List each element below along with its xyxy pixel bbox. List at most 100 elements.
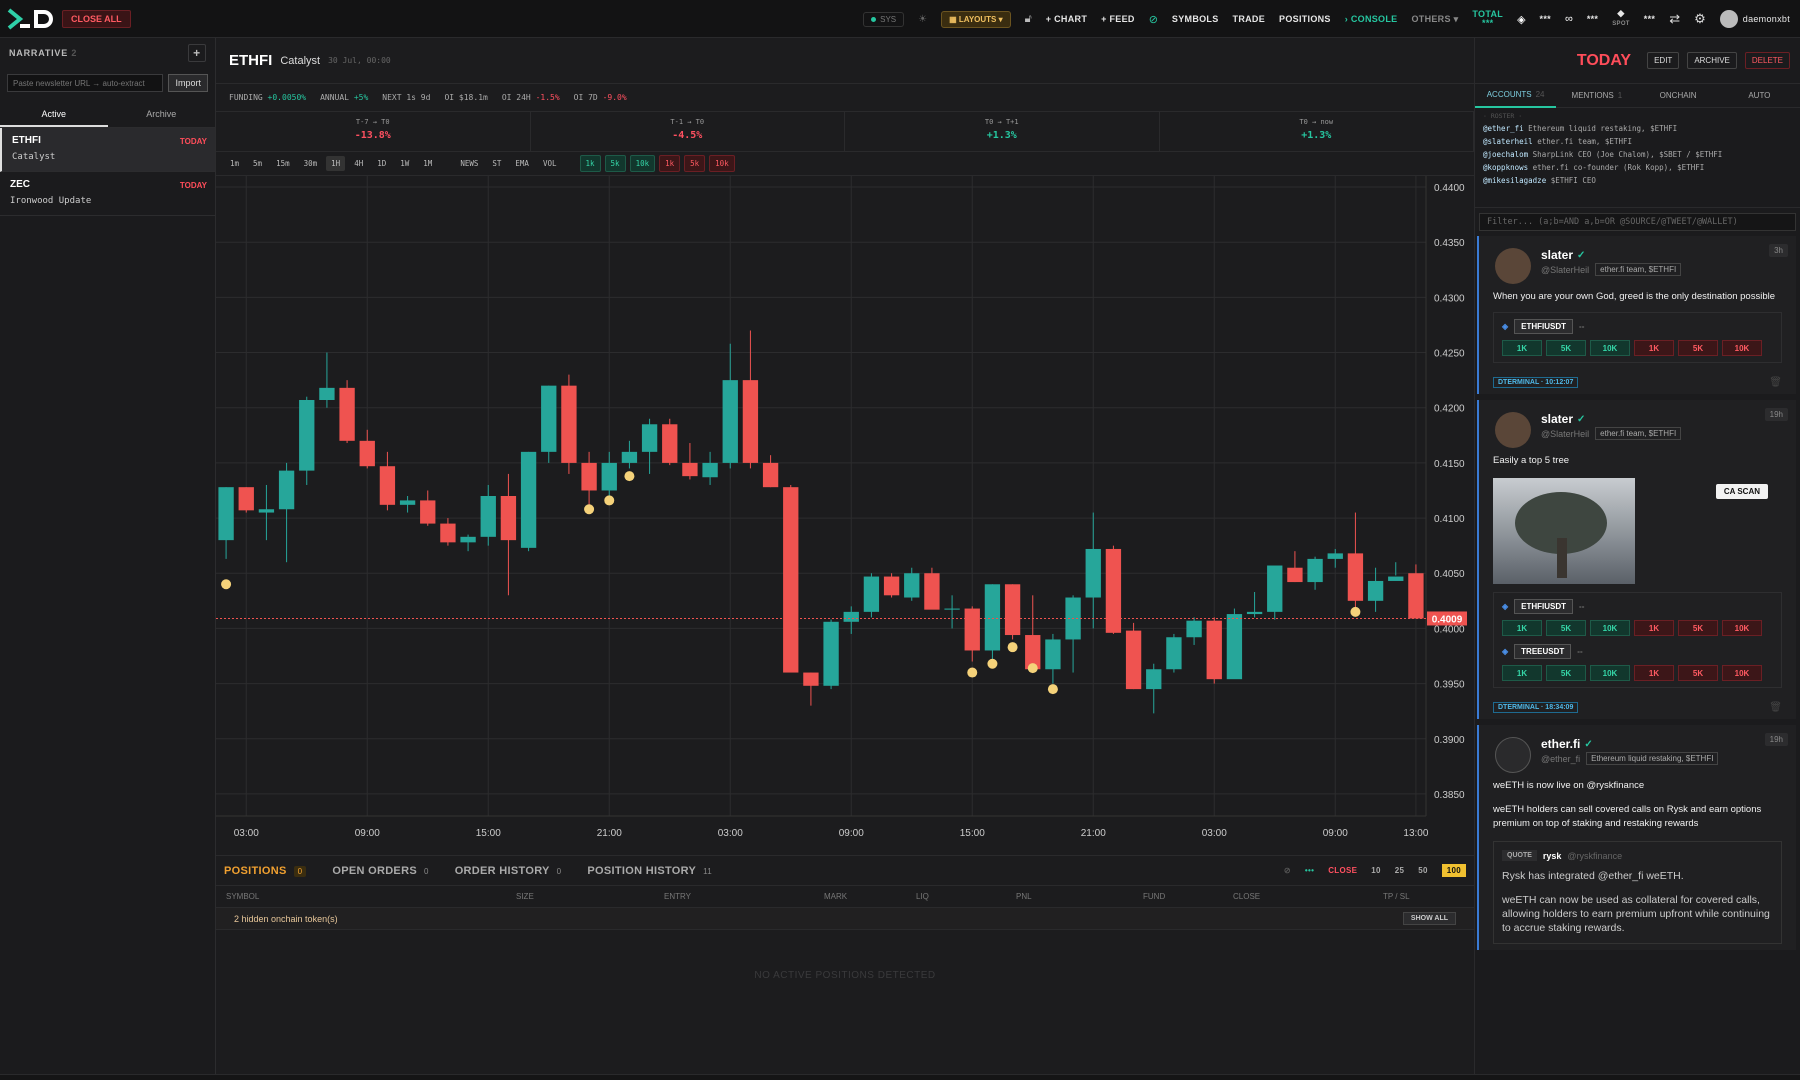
roster-entry[interactable]: @joechalom SharpLink CEO (Joe Chalom), $… xyxy=(1483,150,1792,159)
archive-button[interactable]: ARCHIVE xyxy=(1687,52,1737,69)
token-symbol[interactable]: TREEUSDT xyxy=(1514,644,1572,659)
trash-icon[interactable]: 🗑︎ xyxy=(1769,377,1782,388)
roster-entry[interactable]: @koppknows ether.fi co-founder (Rok Kopp… xyxy=(1483,163,1792,172)
spot-balance[interactable]: ◆ SPOT xyxy=(1612,9,1630,29)
swap-icon[interactable]: ⇄ xyxy=(1669,11,1680,27)
buy-amount-button[interactable]: 5K xyxy=(1546,665,1586,681)
exchange-icon[interactable]: ◈ xyxy=(1517,13,1525,26)
sell-amount-button[interactable]: 1K xyxy=(1634,340,1674,356)
delete-button[interactable]: DELETE xyxy=(1744,52,1790,69)
timeframe-button[interactable]: 4H xyxy=(349,156,368,171)
close-pct-button[interactable]: 10 xyxy=(1371,866,1381,875)
sell-amount-button[interactable]: 10K xyxy=(1722,620,1762,636)
timeframe-button[interactable]: 1H xyxy=(326,156,346,171)
buy-size-chip[interactable]: 10k xyxy=(629,155,656,172)
buy-amount-button[interactable]: 1K xyxy=(1502,665,1542,681)
add-chart-button[interactable]: + CHART xyxy=(1046,14,1087,24)
add-narrative-button[interactable]: + xyxy=(188,44,206,62)
indicator-toggle[interactable]: ST xyxy=(487,156,506,171)
roster-entry[interactable]: @ether_fi Ethereum liquid restaking, $ET… xyxy=(1483,124,1792,133)
timeframe-button[interactable]: 5m xyxy=(248,156,267,171)
feed-tab[interactable]: ONCHAIN xyxy=(1638,85,1719,107)
tab-order-history[interactable]: ORDER HISTORY 0 xyxy=(455,865,562,877)
buy-size-chip[interactable]: 1k xyxy=(579,155,601,172)
sell-size-chip[interactable]: 1k xyxy=(659,155,681,172)
tab-position-history[interactable]: POSITION HISTORY 11 xyxy=(587,865,712,877)
buy-amount-button[interactable]: 5K xyxy=(1546,340,1586,356)
gear-icon[interactable]: ⚙ xyxy=(1694,11,1706,27)
feed-card[interactable]: slater ✓ @SlaterHeil ether.fi team, $ETHFI 1… xyxy=(1477,400,1796,719)
sell-size-chip[interactable]: 10k xyxy=(709,155,735,172)
narrative-item-ethfi[interactable]: ETHFI Catalyst TODAY xyxy=(0,128,215,172)
indicator-toggle[interactable]: VOL xyxy=(538,156,562,171)
tree-image[interactable] xyxy=(1493,478,1635,584)
narrative-item-zec[interactable]: ZEC Ironwood Update TODAY xyxy=(0,172,215,216)
close-pct-button[interactable]: 25 xyxy=(1395,866,1405,875)
total-balance[interactable]: TOTAL *** xyxy=(1472,10,1503,28)
timeframe-button[interactable]: 15m xyxy=(271,156,295,171)
ca-scan-button[interactable]: CA SCAN xyxy=(1715,484,1768,499)
sell-amount-button[interactable]: 10K xyxy=(1722,340,1762,356)
timeframe-button[interactable]: 1M xyxy=(418,156,437,171)
buy-amount-button[interactable]: 10K xyxy=(1590,620,1630,636)
timeframe-button[interactable]: 1D xyxy=(372,156,391,171)
roster-entry[interactable]: @slaterheil ether.fi team, $ETHFI xyxy=(1483,137,1792,146)
timeframe-button[interactable]: 30m xyxy=(299,156,323,171)
buy-amount-button[interactable]: 1K xyxy=(1502,340,1542,356)
sun-icon[interactable]: ☀ xyxy=(918,14,927,25)
buy-amount-button[interactable]: 5K xyxy=(1546,620,1586,636)
timeframe-button[interactable]: 1W xyxy=(395,156,414,171)
feed-filter-input[interactable]: Filter... (a;b=AND a,b=OR @SOURCE/@TWEET… xyxy=(1479,213,1796,231)
nav-positions[interactable]: POSITIONS xyxy=(1279,14,1331,24)
nav-symbols[interactable]: SYMBOLS xyxy=(1172,14,1219,24)
hide-icon[interactable]: ⊘ xyxy=(1149,13,1158,26)
sell-amount-button[interactable]: 5K xyxy=(1678,620,1718,636)
timeframe-button[interactable]: 1m xyxy=(225,156,244,171)
feed-tab[interactable]: ACCOUNTS 24 xyxy=(1475,84,1557,108)
user-menu[interactable]: daemonxbt xyxy=(1719,10,1790,28)
edit-button[interactable]: EDIT xyxy=(1647,52,1680,69)
indicator-toggle[interactable]: NEWS xyxy=(455,156,483,171)
add-feed-button[interactable]: + FEED xyxy=(1101,14,1135,24)
lock-icon[interactable]: 🔓︎ xyxy=(1025,13,1032,26)
indicator-toggle[interactable]: EMA xyxy=(510,156,534,171)
sell-amount-button[interactable]: 5K xyxy=(1678,665,1718,681)
buy-amount-button[interactable]: 10K xyxy=(1590,665,1630,681)
nav-trade[interactable]: TRADE xyxy=(1233,14,1266,24)
show-all-button[interactable]: SHOW ALL xyxy=(1402,912,1456,925)
sell-amount-button[interactable]: 5K xyxy=(1678,340,1718,356)
tab-positions[interactable]: POSITIONS 0 xyxy=(224,865,307,877)
sell-size-chip[interactable]: 5k xyxy=(684,155,706,172)
quoted-post[interactable]: QUOTE rysk @ryskfinance Rysk has integrated… xyxy=(1493,841,1782,944)
feed-tab[interactable]: MENTIONS 1 xyxy=(1556,85,1637,107)
import-button[interactable]: Import xyxy=(168,74,208,92)
hyperliquid-icon[interactable]: ∞ xyxy=(1565,13,1573,25)
tab-archive[interactable]: Archive xyxy=(108,102,216,127)
close-all-button[interactable]: CLOSE ALL xyxy=(62,9,131,28)
sys-status[interactable]: SYS xyxy=(863,11,905,27)
close-pct-button[interactable]: 100 xyxy=(1441,864,1466,877)
sell-amount-button[interactable]: 1K xyxy=(1634,665,1674,681)
app-logo[interactable] xyxy=(0,0,62,38)
sell-amount-button[interactable]: 10K xyxy=(1722,665,1762,681)
newsletter-url-input[interactable] xyxy=(7,74,164,92)
token-symbol[interactable]: ETHFIUSDT xyxy=(1514,599,1574,614)
roster-entry[interactable]: @mikesilagadze $ETHFI CEO xyxy=(1483,176,1792,185)
feed-card[interactable]: slater ✓ @SlaterHeil ether.fi team, $ETHFI 3… xyxy=(1477,236,1796,394)
feed-card[interactable]: ether.fi ✓ @ether_fi Ethereum liquid restak… xyxy=(1477,725,1796,950)
token-symbol[interactable]: ETHFIUSDT xyxy=(1514,319,1574,334)
tab-active[interactable]: Active xyxy=(0,102,108,127)
close-pct-button[interactable]: 50 xyxy=(1418,866,1428,875)
candlestick-chart[interactable]: 0.4400 0.4350 0.4300 0.4250 0.4200 0.4150 0.41… xyxy=(216,176,1474,856)
layouts-button[interactable]: ▦ LAYOUTS ▾ xyxy=(941,10,1011,28)
tab-open-orders[interactable]: OPEN ORDERS 0 xyxy=(332,865,428,877)
buy-amount-button[interactable]: 1K xyxy=(1502,620,1542,636)
buy-size-chip[interactable]: 5k xyxy=(604,155,626,172)
trash-icon[interactable]: 🗑︎ xyxy=(1769,702,1782,713)
buy-amount-button[interactable]: 10K xyxy=(1590,340,1630,356)
nav-console[interactable]: › CONSOLE xyxy=(1345,14,1398,24)
sell-amount-button[interactable]: 1K xyxy=(1634,620,1674,636)
nav-others[interactable]: OTHERS ▾ xyxy=(1411,14,1458,25)
feed-tab[interactable]: AUTO xyxy=(1719,85,1800,107)
price-chart[interactable]: 0.4400 0.4350 0.4300 0.4250 0.4200 0.4150 0.41… xyxy=(216,176,1474,856)
